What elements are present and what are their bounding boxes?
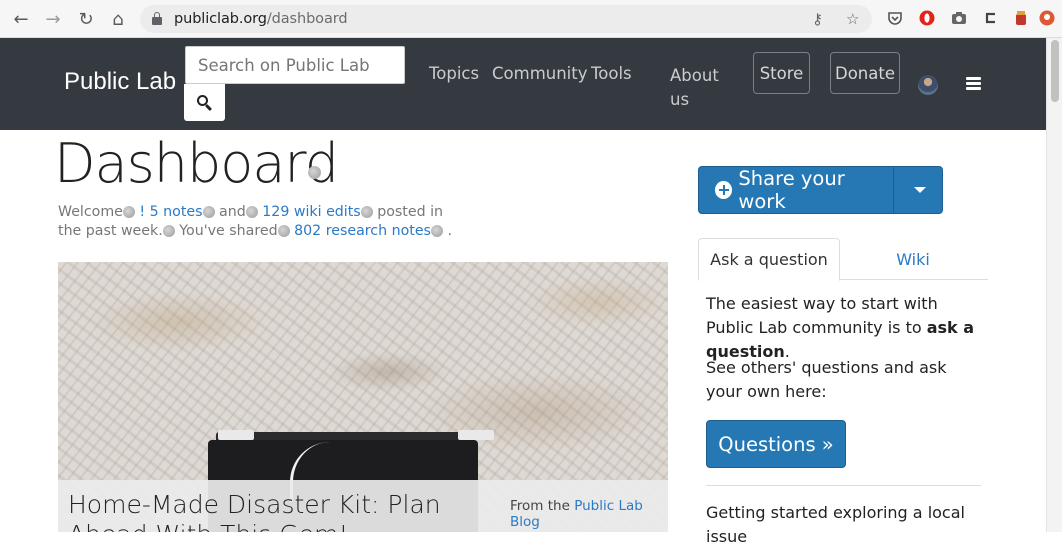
globe-icon[interactable] [162, 225, 175, 237]
nav-tools[interactable]: Tools [591, 64, 632, 83]
blog-feature-card[interactable]: Home-Made Disaster Kit: Plan Ahead With … [58, 262, 668, 532]
duckduckgo-icon[interactable] [1038, 9, 1056, 27]
extension-c-icon[interactable] [982, 9, 1000, 27]
key-icon[interactable]: ⚷ [812, 10, 823, 28]
plus-circle-icon [715, 181, 733, 199]
brand-logo[interactable]: Public Lab [64, 68, 176, 96]
page-scrollbar[interactable] [1046, 38, 1062, 532]
globe-icon[interactable] [308, 166, 321, 179]
questions-button[interactable]: Questions » [706, 420, 846, 468]
box-tab [218, 430, 254, 440]
welcome-prefix: Welcome [58, 204, 123, 220]
back-icon[interactable]: ← [10, 8, 32, 30]
bang-text: ! [139, 204, 146, 220]
camera-icon[interactable] [950, 9, 968, 27]
globe-icon[interactable] [202, 206, 215, 218]
site-navbar: Public Lab Topics Community Tools About … [0, 38, 1046, 130]
see-others-text: See others' questions and ask your own h… [706, 358, 947, 401]
globe-icon[interactable] [245, 206, 258, 218]
shared-text: You've shared [179, 223, 278, 239]
and-text: and [219, 204, 246, 220]
notes-link[interactable]: ! 5 notes [139, 204, 202, 220]
reload-icon[interactable]: ↻ [75, 8, 97, 30]
search-button[interactable] [184, 84, 225, 121]
page-title: Dashboard [54, 132, 339, 195]
intro-text: The easiest way to start with Public Lab… [706, 292, 986, 364]
globe-icon[interactable] [122, 206, 135, 218]
url-domain: publiclab.org [174, 11, 267, 27]
nav-about[interactable]: About us [670, 64, 730, 112]
address-bar[interactable]: publiclab.org/dashboard ⚷ ☆ [140, 5, 872, 33]
globe-icon[interactable] [430, 225, 443, 237]
opera-icon[interactable] [918, 9, 936, 27]
nav-topics[interactable]: Topics [429, 64, 479, 83]
home-icon[interactable]: ⌂ [107, 8, 129, 30]
search-icon [196, 94, 213, 111]
box-tab [458, 430, 494, 440]
share-divider [893, 167, 894, 213]
pocket-icon[interactable] [886, 9, 904, 27]
menu-icon[interactable] [966, 77, 981, 90]
forward-icon[interactable]: → [42, 8, 64, 30]
search-input[interactable] [185, 46, 405, 84]
wiki-edits-link[interactable]: 129 wiki edits [262, 204, 360, 220]
donate-button[interactable]: Donate [830, 52, 900, 94]
intro-copy: The easiest way to start with Public Lab… [706, 294, 938, 337]
sidebar-tabs: Ask a question Wiki [698, 238, 988, 281]
bookmark-star-icon[interactable]: ☆ [846, 10, 859, 28]
research-notes-link[interactable]: 802 research notes [294, 223, 431, 239]
from-prefix: From the [510, 498, 570, 514]
share-label: Share your work [738, 167, 845, 213]
url-text: publiclab.org/dashboard [174, 11, 348, 27]
end-text: . [447, 223, 452, 239]
browser-toolbar: ← → ↻ ⌂ publiclab.org/dashboard ⚷ ☆ [0, 0, 1062, 38]
getting-started-text: Getting started exploring a local issue [706, 503, 965, 546]
card-caption: Home-Made Disaster Kit: Plan Ahead With … [58, 480, 668, 532]
scroll-thumb[interactable] [1051, 40, 1059, 102]
extension-jar-icon[interactable] [1012, 9, 1030, 27]
url-path: /dashboard [266, 11, 348, 27]
blog-source: From the Public Lab Blog [510, 498, 668, 530]
caret-down-icon[interactable] [914, 187, 926, 193]
globe-icon[interactable] [277, 225, 290, 237]
lock-icon [152, 12, 162, 25]
welcome-message: Welcome ! 5 notes and 129 wiki edits pos… [58, 203, 468, 241]
user-avatar[interactable] [918, 75, 938, 95]
divider [706, 485, 981, 486]
nav-community[interactable]: Community [492, 64, 588, 83]
globe-icon[interactable] [360, 206, 373, 218]
share-main[interactable]: Share your work [699, 167, 893, 213]
blog-post-title[interactable]: Home-Made Disaster Kit: Plan Ahead With … [68, 490, 498, 532]
share-work-button[interactable]: Share your work [698, 166, 943, 214]
tab-ask-question[interactable]: Ask a question [698, 238, 840, 281]
notes-count: 5 notes [149, 204, 203, 220]
store-button[interactable]: Store [753, 52, 810, 94]
tab-wiki[interactable]: Wiki [840, 238, 986, 280]
